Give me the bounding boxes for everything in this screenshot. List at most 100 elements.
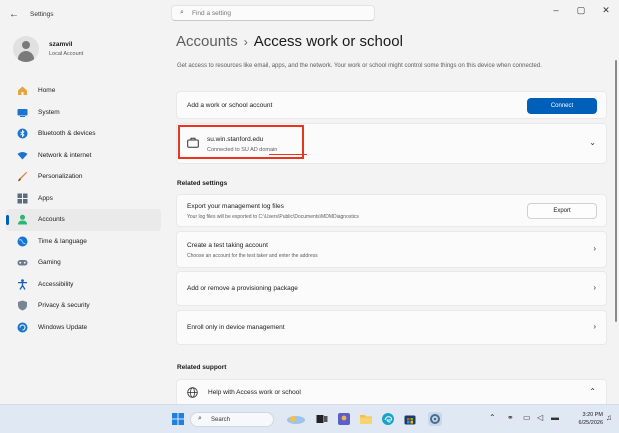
- breadcrumb: Accounts › Access work or school: [176, 33, 403, 50]
- taskbar: ⌕ Search ⌃ ⚭ ▭ ◁ ▬ 3:20 PM 6/25/2026 ♫: [0, 404, 619, 433]
- sidebar-item-apps[interactable]: Apps: [6, 188, 161, 210]
- profile-account-type: Local Account: [49, 51, 84, 57]
- notification-bell-icon[interactable]: ♫: [606, 413, 612, 422]
- edge-icon[interactable]: [382, 413, 394, 425]
- title-bar: ← Settings ⌕ – ▢ ✕: [0, 0, 619, 28]
- sidebar-item-label: Accessibility: [38, 280, 74, 288]
- start-icon[interactable]: [172, 413, 184, 425]
- add-work-account-label: Add a work or school account: [187, 102, 273, 109]
- sidebar-item-label: Personalization: [38, 173, 83, 181]
- chevron-right-icon: ›: [593, 322, 596, 331]
- export-logs-card: Export your management log files Your lo…: [176, 194, 607, 227]
- chevron-down-icon[interactable]: ⌄: [589, 138, 596, 147]
- search-icon: ⌕: [198, 415, 202, 422]
- taskbar-search-label: Search: [211, 416, 231, 423]
- sidebar-item-windows-update[interactable]: Windows Update: [6, 317, 161, 339]
- clock[interactable]: 3:20 PM 6/25/2026: [565, 411, 603, 427]
- close-button[interactable]: ✕: [598, 5, 614, 16]
- related-support-header: Related support: [177, 364, 227, 371]
- sidebar-item-privacy-security[interactable]: Privacy & security: [6, 295, 161, 317]
- test-account-card[interactable]: Create a test taking account Choose an a…: [176, 231, 607, 268]
- search-icon: ⌕: [180, 9, 184, 16]
- sidebar-item-label: Home: [38, 87, 56, 95]
- brush-icon: [17, 171, 28, 182]
- chevron-up-icon[interactable]: ⌃: [489, 413, 496, 422]
- clock-date: 6/25/2026: [578, 420, 603, 426]
- battery-icon[interactable]: ▬: [551, 413, 559, 422]
- accounts-icon: [17, 214, 28, 225]
- sidebar-item-accounts[interactable]: Accounts: [6, 209, 161, 231]
- help-title: Help with Access work or school: [208, 389, 301, 396]
- provisioning-title: Add or remove a provisioning package: [187, 285, 298, 292]
- back-arrow-icon[interactable]: ←: [9, 9, 19, 20]
- sidebar-item-accessibility[interactable]: Accessibility: [6, 274, 161, 296]
- settings-app-icon[interactable]: [428, 412, 442, 426]
- teams-icon[interactable]: [338, 413, 350, 425]
- shield-icon: [17, 300, 28, 311]
- chevron-up-icon: ⌃: [589, 387, 596, 396]
- profile-name: szamvil: [49, 41, 73, 48]
- sidebar-nav: Home System Bluetooth & devices Network …: [6, 80, 161, 338]
- enroll-card[interactable]: Enroll only in device management ›: [176, 310, 607, 345]
- avatar-head: [22, 41, 30, 49]
- breadcrumb-parent[interactable]: Accounts: [176, 33, 238, 50]
- avatar[interactable]: [13, 36, 39, 62]
- sidebar-item-home[interactable]: Home: [6, 80, 161, 102]
- sidebar-item-time-language[interactable]: Time & language: [6, 231, 161, 253]
- help-card[interactable]: Help with Access work or school ⌃: [176, 379, 607, 404]
- settings-search-box[interactable]: ⌕: [171, 5, 375, 21]
- taskbar-search[interactable]: ⌕ Search: [190, 412, 274, 427]
- breadcrumb-separator: ›: [243, 35, 248, 49]
- system-icon: [17, 107, 28, 118]
- sidebar-item-network[interactable]: Network & internet: [6, 145, 161, 167]
- maximize-button[interactable]: ▢: [573, 5, 589, 16]
- underline-annotation: [269, 154, 307, 156]
- globe-help-icon: [187, 387, 198, 400]
- update-icon: [17, 322, 28, 333]
- add-work-account-card: Add a work or school account Connect: [176, 91, 607, 119]
- sidebar-item-label: Accounts: [38, 216, 65, 224]
- test-account-title: Create a test taking account: [187, 242, 268, 249]
- scrollbar[interactable]: [615, 60, 617, 322]
- enroll-title: Enroll only in device management: [187, 324, 285, 331]
- minimize-button[interactable]: –: [548, 5, 564, 15]
- globe-icon: [17, 236, 28, 247]
- store-icon[interactable]: [404, 413, 416, 425]
- export-button[interactable]: Export: [527, 203, 597, 219]
- accessibility-icon: [17, 278, 28, 290]
- sidebar-item-bluetooth[interactable]: Bluetooth & devices: [6, 123, 161, 145]
- bluetooth-icon: [17, 128, 28, 139]
- sidebar-item-label: Network & internet: [38, 151, 92, 159]
- page-title: Access work or school: [253, 33, 403, 50]
- sidebar-item-label: Privacy & security: [38, 302, 90, 310]
- app-title: Settings: [30, 11, 54, 18]
- sidebar-item-label: Windows Update: [38, 323, 88, 331]
- network-icon: [17, 150, 28, 161]
- chevron-right-icon: ›: [593, 244, 596, 253]
- home-icon: [17, 85, 28, 96]
- apps-icon: [17, 193, 28, 204]
- provisioning-card[interactable]: Add or remove a provisioning package ›: [176, 271, 607, 306]
- connect-button[interactable]: Connect: [527, 98, 597, 114]
- chevron-right-icon: ›: [593, 283, 596, 292]
- sidebar-item-label: Bluetooth & devices: [38, 130, 96, 138]
- sidebar-item-personalization[interactable]: Personalization: [6, 166, 161, 188]
- sidebar-item-label: Time & language: [38, 237, 87, 245]
- display-tray-icon[interactable]: ▭: [523, 413, 531, 422]
- widgets-icon[interactable]: [286, 413, 306, 425]
- network-tray-icon[interactable]: ⚭: [507, 413, 514, 422]
- volume-icon[interactable]: ◁: [537, 413, 543, 422]
- sidebar-item-label: System: [38, 108, 60, 116]
- page-description: Get access to resources like email, apps…: [177, 63, 542, 69]
- test-account-sub: Choose an account for the test taker and…: [187, 253, 318, 259]
- related-settings-header: Related settings: [177, 180, 228, 187]
- sidebar-item-gaming[interactable]: Gaming: [6, 252, 161, 274]
- clock-time: 3:20 PM: [582, 412, 603, 418]
- export-logs-path: Your log files will be exported to C:\Us…: [187, 214, 359, 220]
- sidebar-item-label: Apps: [38, 194, 53, 202]
- sidebar-item-system[interactable]: System: [6, 102, 161, 124]
- file-explorer-icon[interactable]: [360, 413, 372, 425]
- search-input[interactable]: [192, 8, 362, 19]
- task-view-icon[interactable]: [316, 413, 328, 425]
- sidebar-item-label: Gaming: [38, 259, 61, 267]
